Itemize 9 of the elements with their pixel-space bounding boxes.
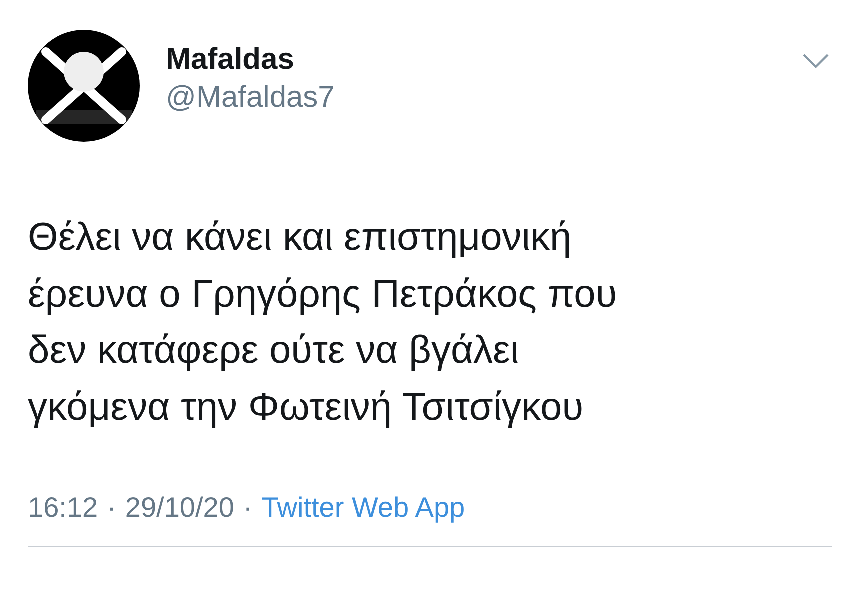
tweet-date: 29/10/20 <box>125 492 234 524</box>
chevron-down-icon[interactable] <box>802 52 830 70</box>
tweet-text: Θέλει να κάνει και επιστημονική έρευνα ο Γρηγόρης Πετράκος που δεν κατάφερε ούτε να βγάλει γκόμενα την Φωτεινή Τσιτσίγκου <box>28 215 618 430</box>
author-name[interactable]: Mafaldas <box>166 42 335 78</box>
tweet-time: 16:12 <box>28 492 98 524</box>
author-handle[interactable]: @Mafaldas7 <box>166 78 335 118</box>
source-link[interactable]: Twitter Web App <box>262 492 466 524</box>
separator-dot: · <box>107 492 116 524</box>
separator-dot: · <box>243 492 253 524</box>
